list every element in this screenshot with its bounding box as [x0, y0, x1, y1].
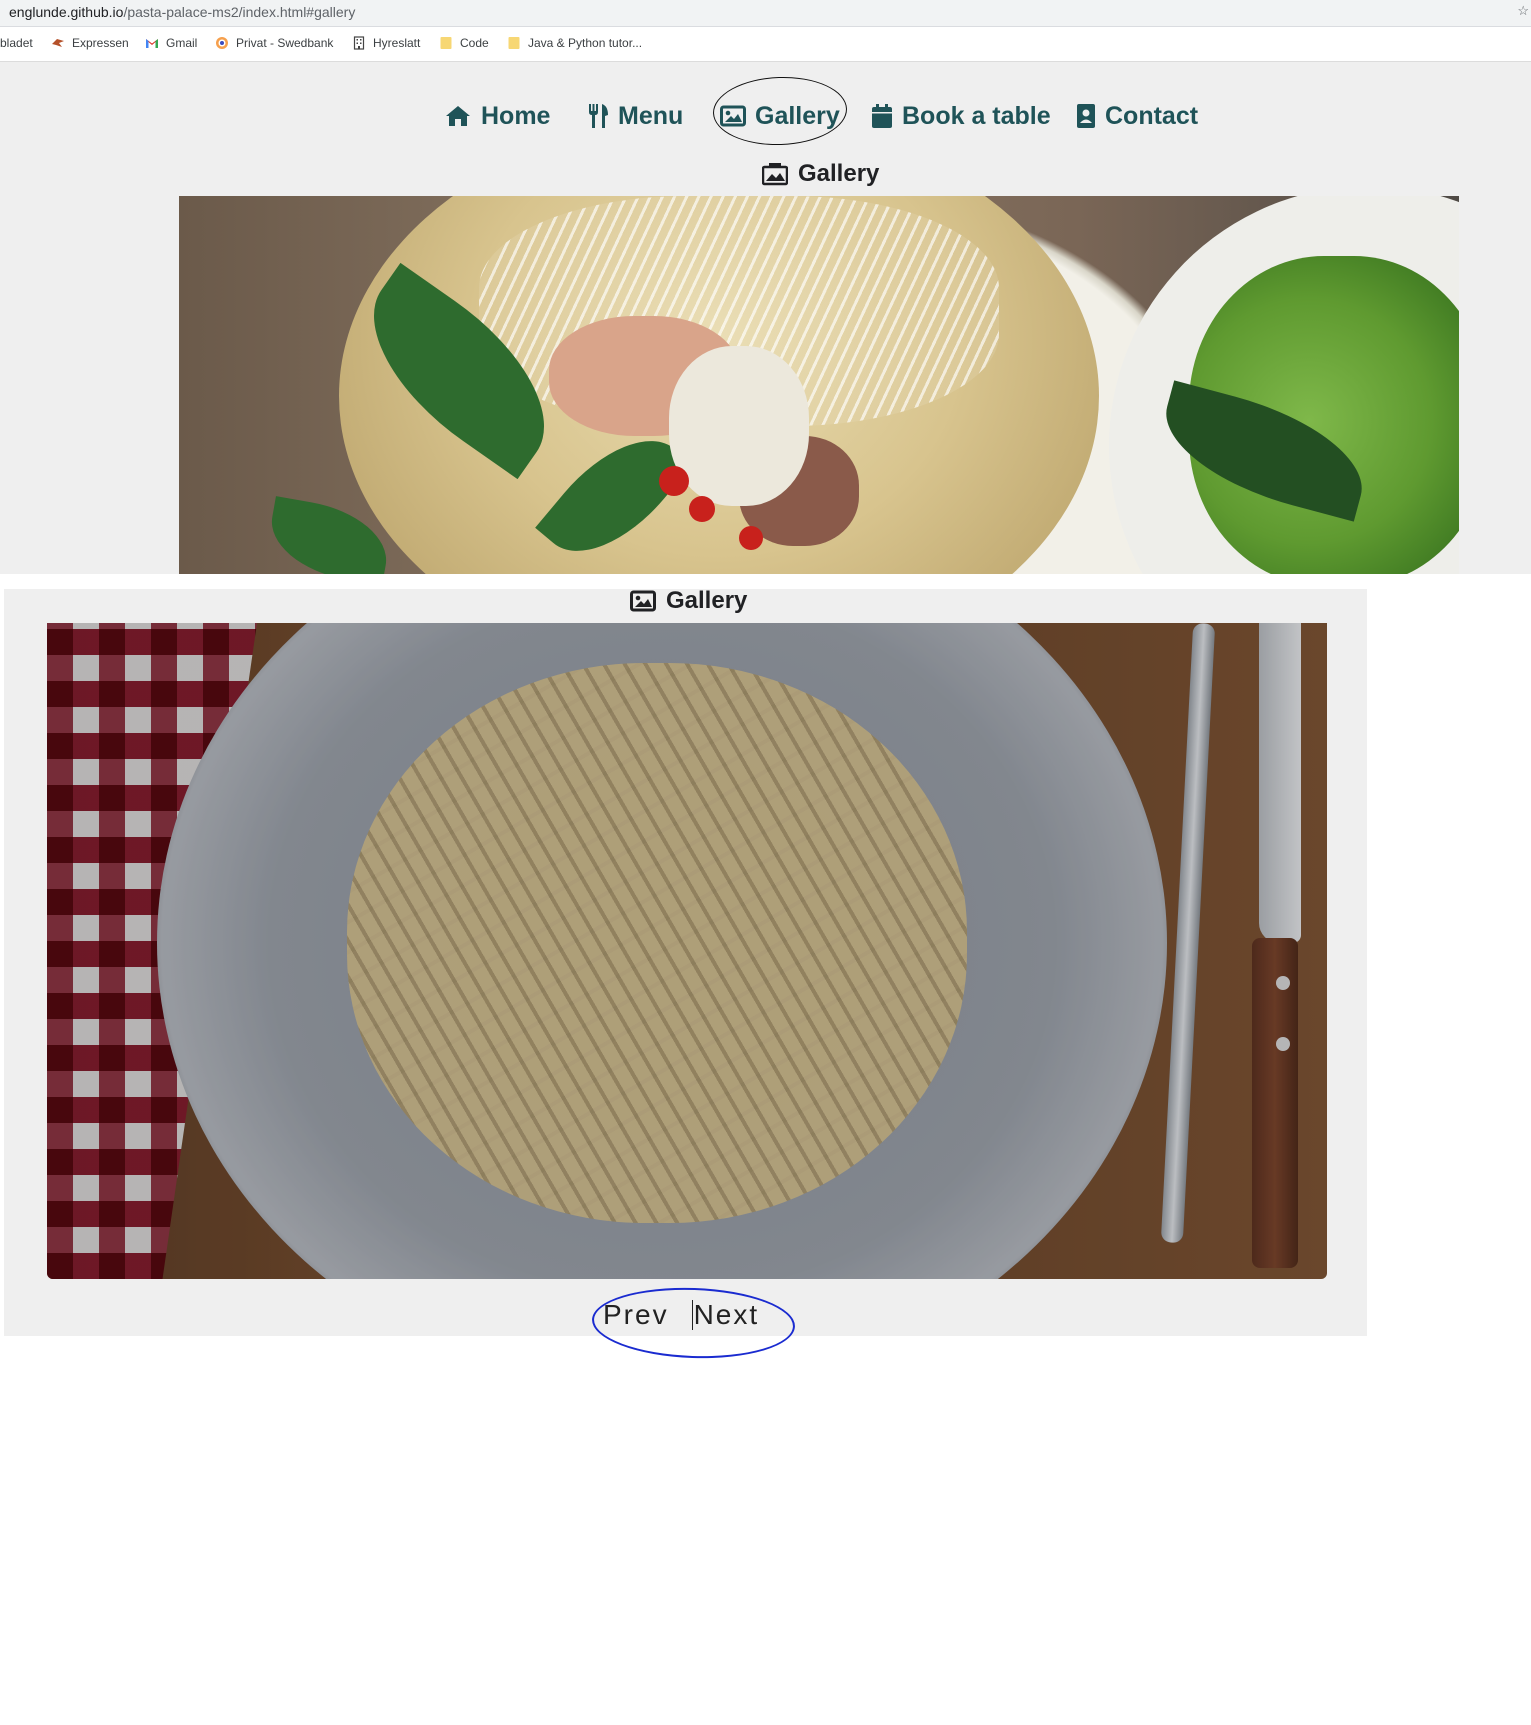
bookmark-code[interactable]: Code	[439, 36, 489, 50]
bookmarks-bar: bladet Expressen Gmail Privat - Swedbank…	[0, 27, 1531, 62]
next-button[interactable]: Next	[694, 1299, 760, 1331]
gallery-image-soup	[179, 196, 1459, 574]
calendar-icon	[872, 104, 892, 128]
home-icon	[446, 106, 470, 126]
bookmark-swedbank[interactable]: Privat - Swedbank	[215, 36, 333, 50]
star-icon[interactable]: ☆	[1517, 3, 1529, 19]
folder-icon	[508, 37, 520, 49]
text-cursor	[691, 1300, 693, 1330]
expressen-icon	[52, 39, 64, 47]
gmail-icon	[146, 39, 158, 48]
contact-card-icon	[1077, 104, 1095, 128]
building-icon	[353, 36, 365, 50]
image-icon	[720, 105, 746, 127]
bookmark-expressen[interactable]: Expressen	[51, 36, 129, 50]
gallery-image-pasta	[47, 623, 1327, 1279]
nav-contact[interactable]: Contact	[1076, 96, 1198, 136]
url-text[interactable]: englunde.github.io/pasta-palace-ms2/inde…	[9, 4, 355, 20]
folder-icon	[440, 37, 452, 49]
main-nav: Home Menu Gallery Book a table Contact	[0, 96, 1531, 136]
prev-button[interactable]: Prev	[603, 1299, 669, 1331]
bookmark-bladet[interactable]: bladet	[0, 36, 33, 50]
image-icon	[630, 590, 656, 612]
bookmark-gmail[interactable]: Gmail	[145, 36, 197, 50]
gallery-pager: Prev Next	[603, 1297, 759, 1333]
section-title-bottom: Gallery	[630, 585, 747, 617]
bookmark-hyreslatt[interactable]: Hyreslatt	[352, 36, 420, 50]
section-title-top: Gallery	[762, 158, 879, 190]
nav-home[interactable]: Home	[444, 96, 550, 136]
utensils-icon	[589, 104, 608, 128]
photo-video-icon	[762, 163, 788, 186]
bookmark-java-python[interactable]: Java & Python tutor...	[507, 36, 642, 50]
nav-book-a-table[interactable]: Book a table	[871, 96, 1051, 136]
swedbank-icon	[216, 37, 228, 49]
nav-menu[interactable]: Menu	[587, 96, 683, 136]
address-bar[interactable]: englunde.github.io/pasta-palace-ms2/inde…	[0, 0, 1531, 27]
nav-gallery[interactable]: Gallery	[720, 96, 840, 136]
